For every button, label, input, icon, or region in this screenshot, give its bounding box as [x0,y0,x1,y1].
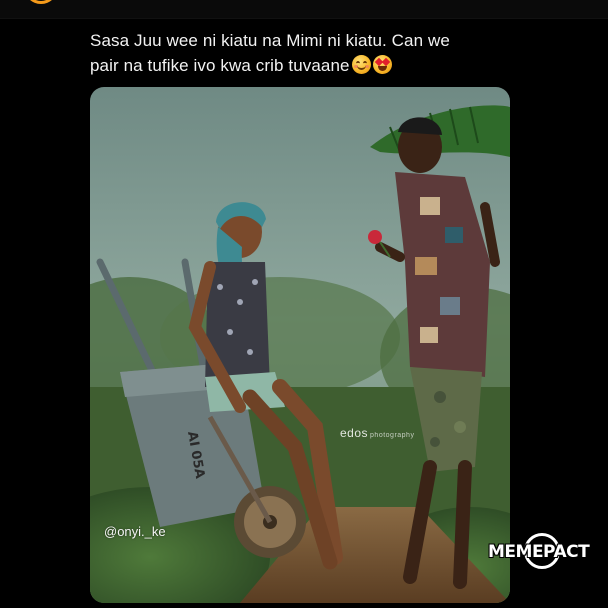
avatar[interactable] [24,0,58,4]
caption-line-2: pair na tufike ivo kwa crib tuvaane [90,56,350,75]
smiling-face-with-smiling-eyes-icon [351,55,371,74]
post-caption: Sasa Juu wee ni kiatu na Mimi ni kiatu. … [90,28,530,78]
edos-watermark: edos photography [340,426,414,440]
post-screen: Sasa Juu wee ni kiatu na Mimi ni kiatu. … [0,0,608,608]
caption-line-1: Sasa Juu wee ni kiatu na Mimi ni kiatu. … [90,31,450,50]
logo-text: MEMEPACT [488,542,590,562]
memepact-logo: MEMEPACT [488,530,590,576]
handle-watermark: @onyi._ke [104,524,166,539]
star-struck-icon [372,55,392,74]
top-bar [0,0,608,19]
edos-watermark-text: edos [340,426,369,440]
edos-watermark-small: photography [370,432,415,439]
